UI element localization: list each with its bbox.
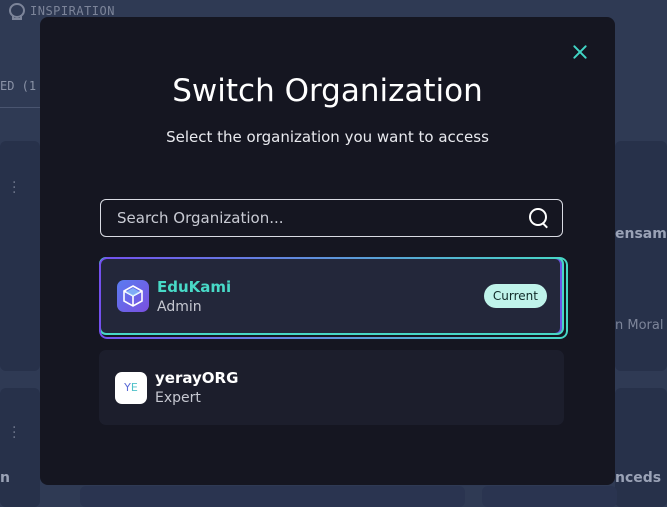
background-text: n xyxy=(0,470,10,486)
more-icon: · · · xyxy=(12,420,17,446)
organization-name: yerayORG xyxy=(155,369,239,387)
background-card xyxy=(482,486,617,507)
organization-name: EduKami xyxy=(157,277,232,296)
background-text: n Moral xyxy=(615,318,664,333)
search-box xyxy=(100,199,563,237)
organization-role: Expert xyxy=(155,390,201,406)
organization-role: Admin xyxy=(157,298,202,315)
close-icon[interactable] xyxy=(571,43,589,61)
background-card xyxy=(80,486,465,507)
background-text: nceds xyxy=(615,470,662,486)
topbar-label: INSPIRATION xyxy=(30,4,115,18)
background-text: ensam xyxy=(615,226,667,242)
background-card: · · · xyxy=(0,141,40,371)
search-icon[interactable] xyxy=(528,207,550,229)
more-icon: · · · xyxy=(12,175,17,201)
current-badge: Current xyxy=(483,284,547,308)
background-card: · · · xyxy=(0,388,40,507)
search-input[interactable] xyxy=(117,209,528,227)
modal-subtitle: Select the organization you want to acce… xyxy=(166,128,489,146)
organization-item-yerayorg[interactable]: YE yerayORG Expert xyxy=(99,350,564,425)
switch-organization-modal: Switch Organization Select the organizat… xyxy=(40,17,615,485)
yerayorg-logo-icon: YE xyxy=(115,371,147,404)
background-card xyxy=(615,388,667,507)
organization-item-edukami[interactable]: EduKami Admin Current xyxy=(99,257,564,335)
background-card xyxy=(615,141,667,371)
modal-title: Switch Organization xyxy=(172,73,483,109)
lightbulb-icon xyxy=(8,3,25,20)
cube-logo-icon xyxy=(117,280,149,312)
background-filter-text: ED (1 xyxy=(0,79,37,93)
